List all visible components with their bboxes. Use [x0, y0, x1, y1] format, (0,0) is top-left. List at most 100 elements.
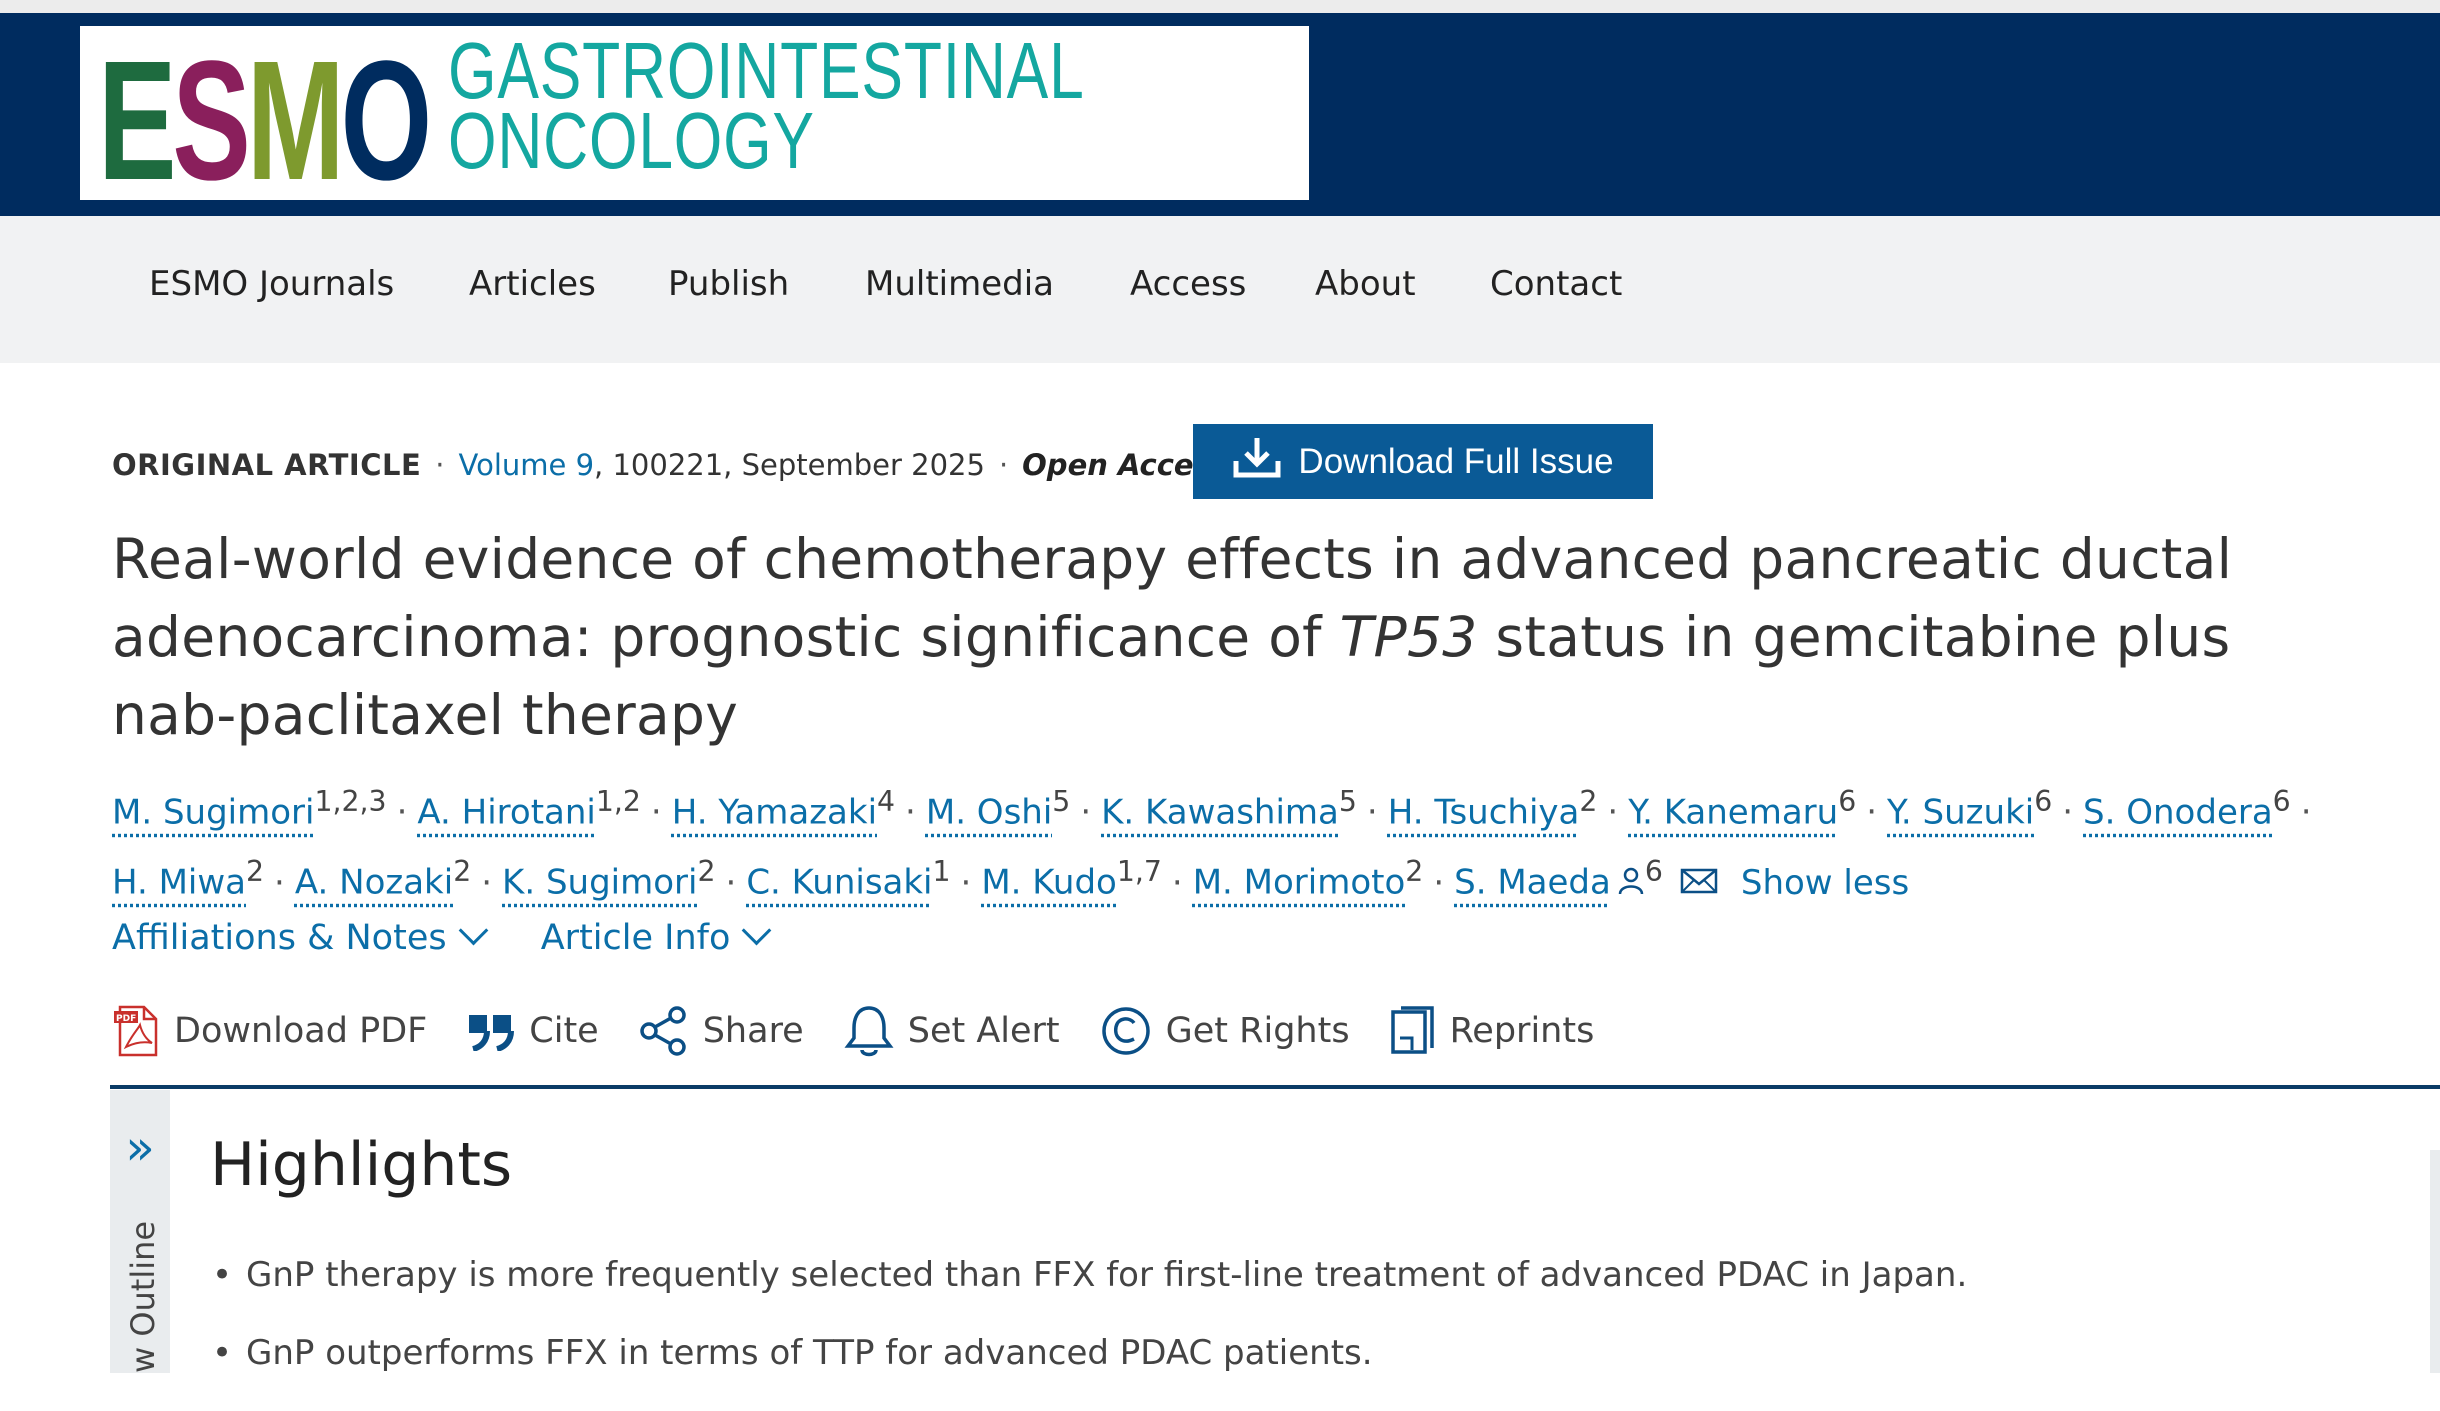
affiliation-number: 1,7	[1116, 855, 1162, 889]
share-button[interactable]: Share	[639, 1005, 804, 1057]
journal-name-line2: ONCOLOGY	[448, 96, 815, 185]
set-alert-button[interactable]: Set Alert	[844, 1004, 1060, 1058]
scroll-shade	[2430, 1150, 2440, 1373]
section-divider	[110, 1085, 2440, 1089]
chevron-down-icon	[742, 915, 772, 946]
affiliation-number: 1,2	[595, 785, 641, 818]
nav-publish[interactable]: Publish	[668, 264, 789, 304]
author-link[interactable]: C. Kunisaki	[746, 863, 932, 903]
author-link[interactable]: A. Hirotani	[417, 792, 595, 832]
show-less-authors-button[interactable]: Show less	[1741, 863, 1909, 903]
article-toolbar: PDF Download PDF Cite Share Set Alert Ge…	[112, 1003, 1634, 1059]
separator-dot: ·	[435, 448, 445, 482]
affiliation-number: 4	[877, 785, 896, 818]
reprints-button[interactable]: Reprints	[1390, 1004, 1594, 1058]
author-link[interactable]: M. Sugimori	[112, 792, 314, 832]
nav-multimedia[interactable]: Multimedia	[865, 264, 1054, 304]
download-icon	[1232, 435, 1282, 488]
list-item: GnP therapy is more frequently selected …	[210, 1255, 1967, 1295]
svg-text:ESMO: ESMO	[98, 41, 428, 191]
email-icon[interactable]	[1663, 863, 1719, 903]
main-nav: ESMO Journals Articles Publish Multimedi…	[0, 216, 2440, 363]
author-link[interactable]: H. Yamazaki	[672, 792, 877, 832]
nav-about[interactable]: About	[1315, 264, 1416, 304]
journal-logo[interactable]: ESMO GASTROINTESTINAL ONCOLOGY	[80, 26, 1309, 200]
journal-name: GASTROINTESTINAL ONCOLOGY	[448, 31, 1085, 185]
bell-icon	[844, 1004, 894, 1058]
separator-dot: ·	[1366, 792, 1378, 833]
separator-dot: ·	[1433, 862, 1445, 903]
affiliation-number: 6	[1838, 785, 1857, 818]
nav-access[interactable]: Access	[1130, 264, 1246, 304]
separator-dot: ·	[274, 862, 285, 903]
separator-dot: ·	[1866, 792, 1878, 833]
download-pdf-button[interactable]: PDF Download PDF	[112, 1005, 427, 1057]
separator-dot: ·	[481, 862, 493, 903]
nav-contact[interactable]: Contact	[1490, 264, 1622, 304]
affiliation-number: 2	[697, 855, 716, 889]
separator-dot: ·	[998, 448, 1009, 482]
separator-dot: ·	[1080, 792, 1092, 833]
article-info-toggle[interactable]: Article Info	[541, 915, 772, 958]
article-title: Real-world evidence of chemotherapy effe…	[112, 527, 2233, 747]
reprints-icon	[1390, 1004, 1436, 1058]
article-dropdowns: Affiliations & Notes Article Info	[112, 915, 813, 958]
separator-dot: ·	[396, 792, 408, 833]
author-link[interactable]: A. Nozaki	[295, 863, 453, 903]
double-chevron-right-icon[interactable]: »	[110, 1124, 170, 1172]
author-link[interactable]: H. Miwa	[112, 863, 246, 903]
affiliation-number: 5	[1338, 785, 1357, 818]
nav-articles[interactable]: Articles	[469, 264, 596, 304]
author-link[interactable]: Y. Kanemaru	[1628, 792, 1838, 832]
author-link[interactable]: M. Kudo	[981, 863, 1117, 903]
article-meta: ORIGINAL ARTICLE · Volume 9, 100221, Septe…	[112, 448, 1228, 482]
separator-dot: ·	[1607, 792, 1619, 833]
author-list: M. Sugimori1,2,3 · A. Hirotani1,2 · H. Yamaz…	[112, 772, 2362, 913]
author-link[interactable]: S. Onodera	[2083, 792, 2273, 832]
affiliation-number: 2	[1579, 785, 1598, 818]
author-link[interactable]: M. Morimoto	[1193, 863, 1406, 903]
separator-dot: ·	[1171, 862, 1183, 903]
author-link[interactable]: S. Maeda	[1454, 863, 1611, 903]
article-type: ORIGINAL ARTICLE	[112, 448, 422, 482]
site-header: ESMO GASTROINTESTINAL ONCOLOGY	[0, 13, 2440, 216]
pdf-icon: PDF	[112, 1005, 160, 1057]
affiliation-number: 2	[453, 855, 472, 889]
affiliation-number: 1,2,3	[314, 785, 387, 818]
separator-dot: ·	[960, 862, 972, 903]
svg-text:PDF: PDF	[116, 1014, 136, 1024]
affiliation-number: 6	[2034, 785, 2053, 818]
affiliation-number: 5	[1052, 785, 1071, 818]
affiliations-notes-toggle[interactable]: Affiliations & Notes	[112, 915, 488, 958]
cite-button[interactable]: Cite	[467, 1011, 599, 1051]
affiliation-number: 2	[1405, 855, 1424, 889]
author-link[interactable]: Y. Suzuki	[1887, 792, 2034, 832]
copyright-icon	[1100, 1005, 1152, 1057]
title-gene-name: TP53	[1339, 605, 1478, 669]
separator-dot: ·	[725, 862, 737, 903]
author-link[interactable]: M. Oshi	[926, 792, 1052, 832]
download-full-issue-label: Download Full Issue	[1298, 441, 1614, 481]
top-strip	[0, 0, 2440, 13]
author-link[interactable]: K. Kawashima	[1101, 792, 1339, 832]
separator-dot: ·	[2300, 792, 2312, 833]
affiliation-number: 1	[932, 855, 951, 889]
author-link[interactable]: K. Sugimori	[502, 863, 697, 903]
affiliation-number: 6	[2272, 785, 2291, 818]
esmo-logo-letters: ESMO	[98, 41, 508, 191]
highlights-heading: Highlights	[210, 1130, 513, 1200]
affiliation-number: 2	[246, 855, 265, 889]
nav-esmo-journals[interactable]: ESMO Journals	[149, 264, 394, 304]
author-link[interactable]: H. Tsuchiya	[1388, 792, 1580, 832]
article-citation: , 100221, September 2025	[594, 448, 985, 482]
list-item: GnP outperforms FFX in terms of TTP for …	[210, 1333, 1967, 1373]
affiliation-number: 6	[1644, 855, 1663, 889]
get-rights-button[interactable]: Get Rights	[1100, 1005, 1350, 1057]
download-full-issue-button[interactable]: Download Full Issue	[1193, 424, 1653, 499]
outline-toggle-label[interactable]: w Outline	[124, 1221, 162, 1373]
separator-dot: ·	[2062, 792, 2074, 833]
chevron-down-icon	[458, 915, 488, 946]
volume-link[interactable]: Volume 9	[459, 448, 595, 482]
separator-dot: ·	[650, 792, 662, 833]
separator-dot: ·	[905, 792, 916, 833]
